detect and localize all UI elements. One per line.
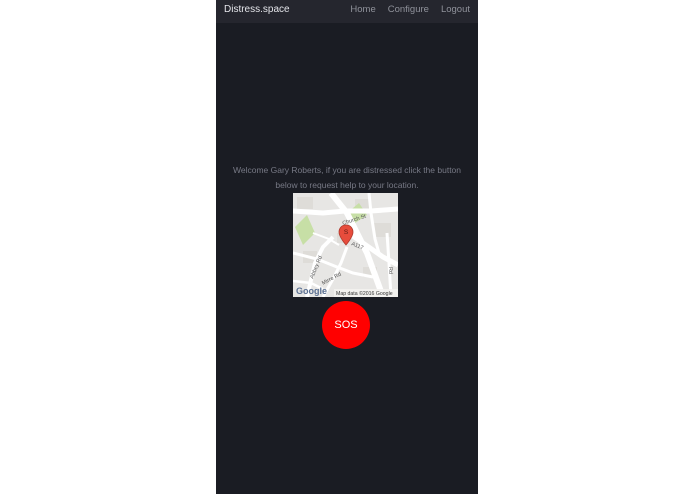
welcome-message: Welcome Gary Roberts, if you are distres… xyxy=(222,163,472,193)
nav-home-link[interactable]: Home xyxy=(350,4,375,15)
marker-label: S xyxy=(344,229,349,236)
google-logo: Google xyxy=(296,286,327,296)
street-label-right: Rd xyxy=(387,267,393,274)
welcome-line-1: Welcome Gary Roberts, if you are distres… xyxy=(232,165,462,175)
navbar: Distress.space Home Configure Logout xyxy=(216,0,478,23)
nav-logout-link[interactable]: Logout xyxy=(441,4,470,15)
nav-configure-link[interactable]: Configure xyxy=(388,4,429,15)
nav-links: Home Configure Logout xyxy=(350,4,470,15)
map-image: Church St A117 Abbey Rd Mirre Rd Rd S Go… xyxy=(293,193,398,297)
map-attribution: Map data ©2016 Google xyxy=(336,290,393,297)
app-panel: Distress.space Home Configure Logout Wel… xyxy=(216,0,478,494)
location-map[interactable]: Church St A117 Abbey Rd Mirre Rd Rd S Go… xyxy=(293,193,398,297)
sos-button[interactable]: SOS xyxy=(322,301,370,349)
brand-link[interactable]: Distress.space xyxy=(224,4,290,15)
welcome-line-2: below to request help to your location. xyxy=(275,180,419,190)
